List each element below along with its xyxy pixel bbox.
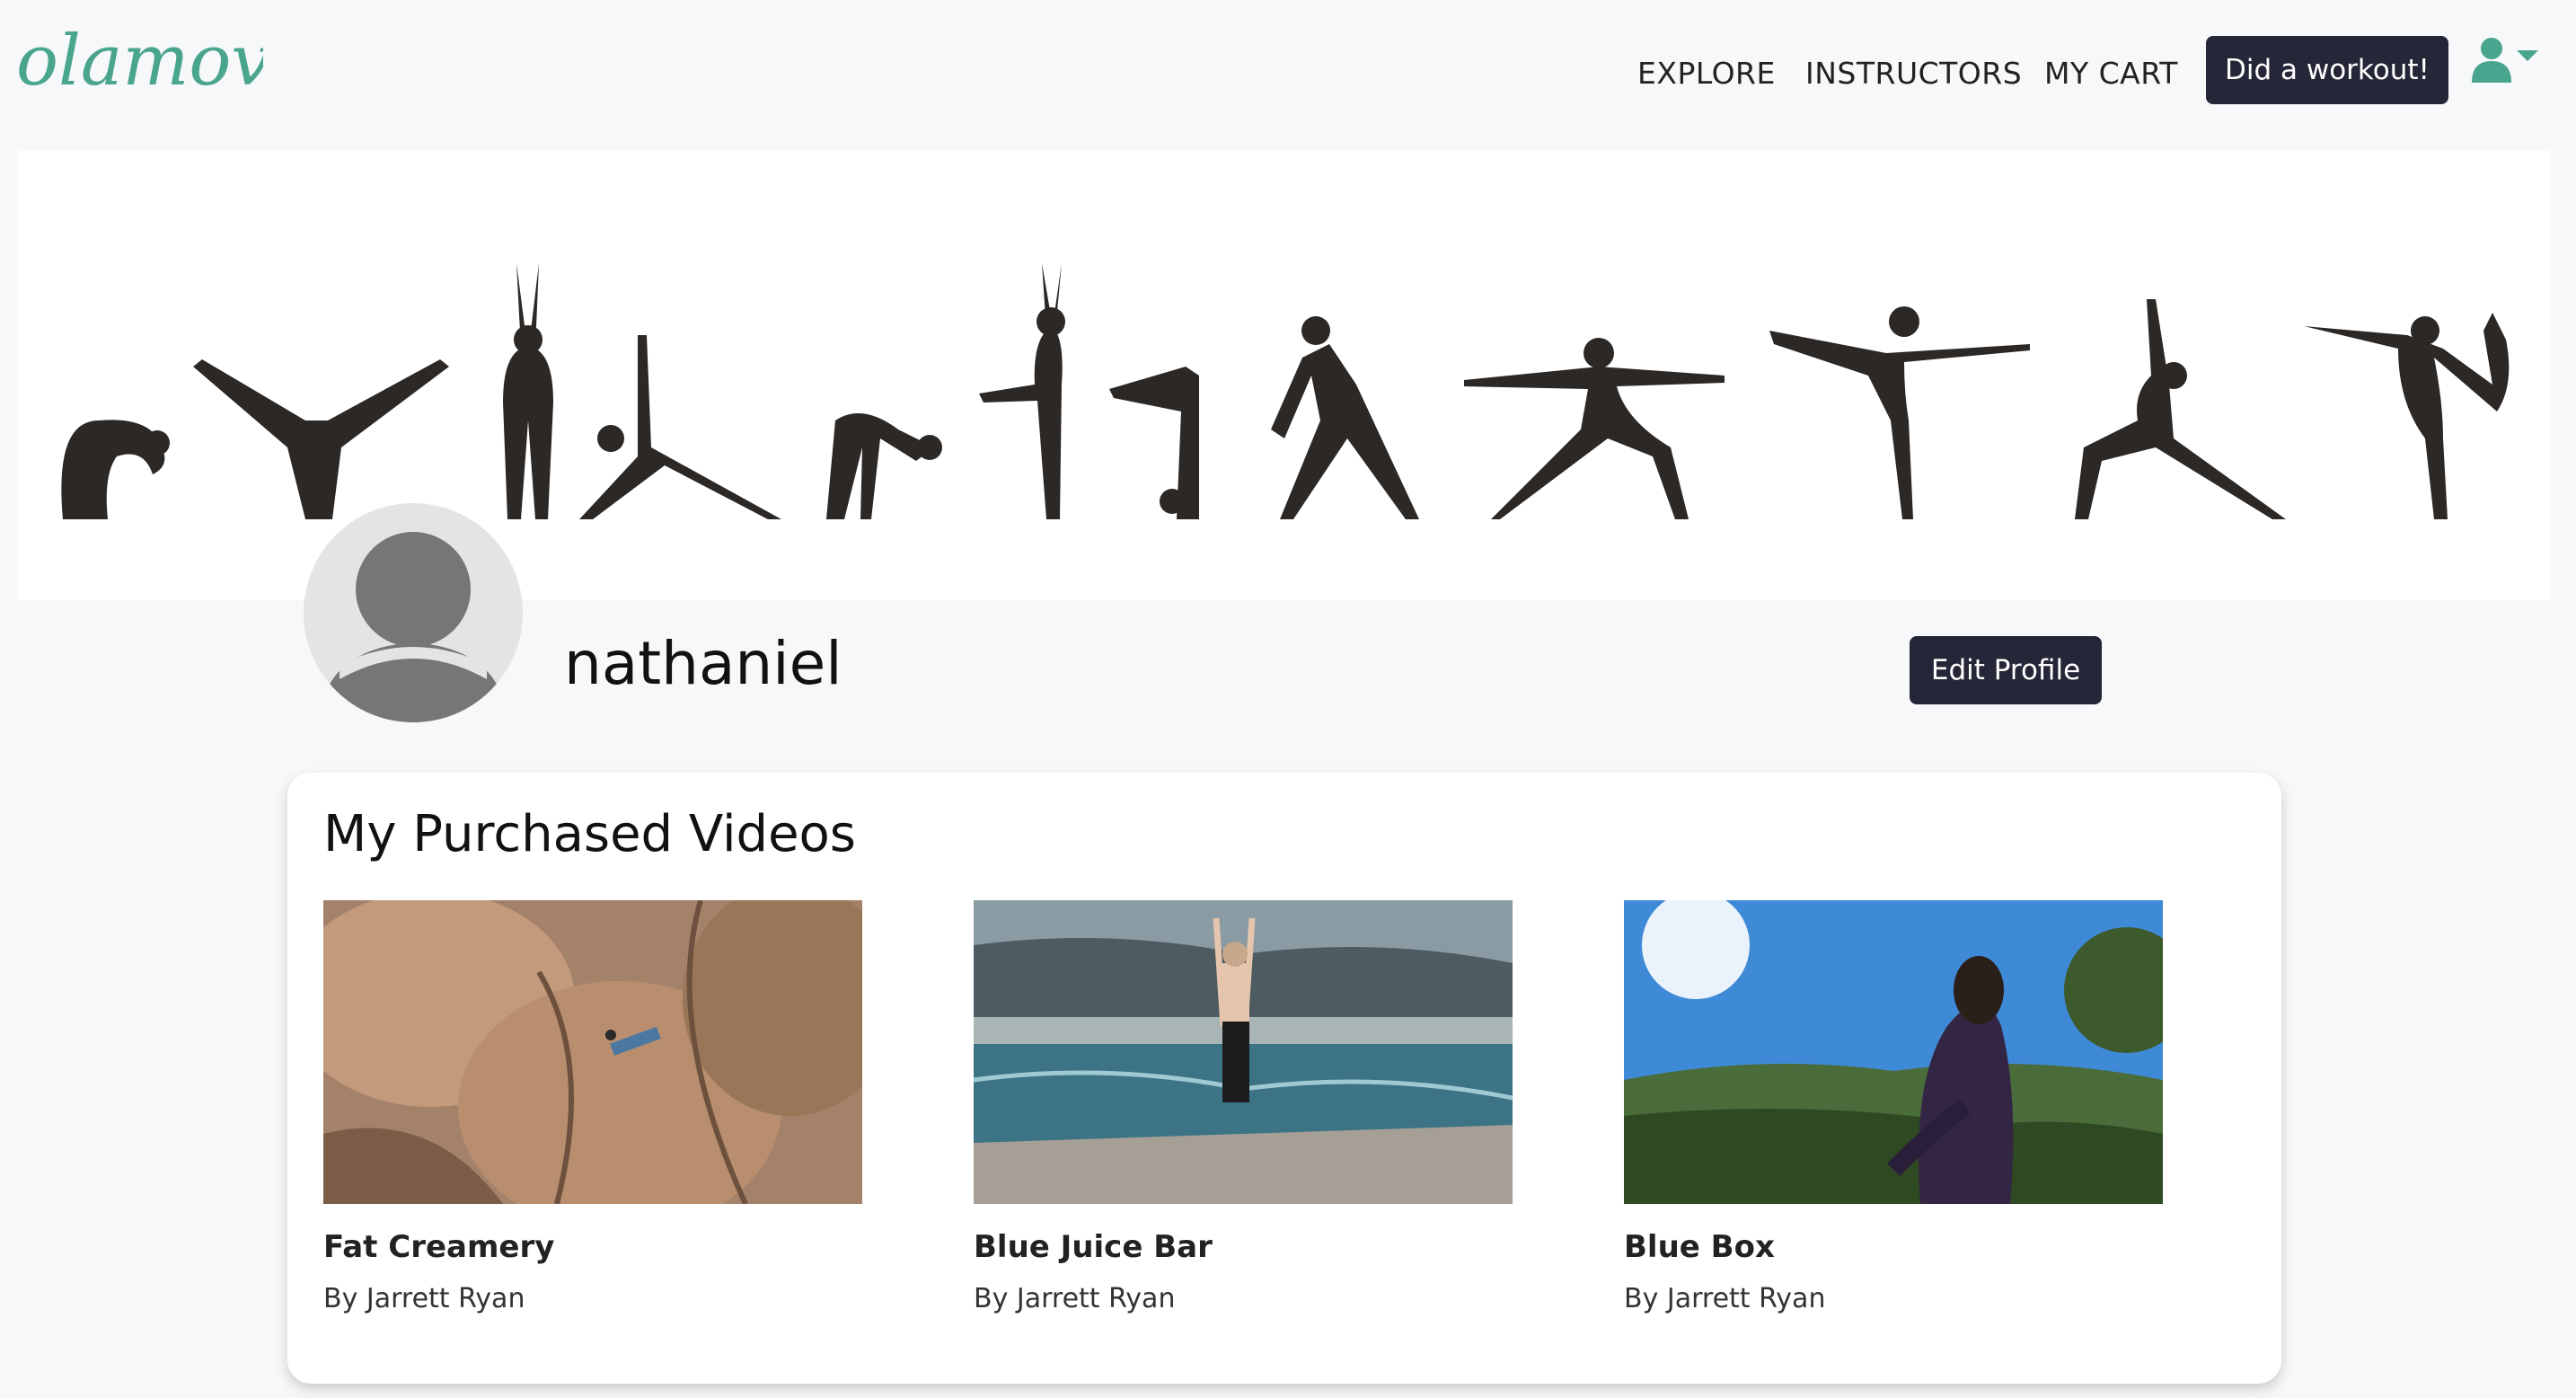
nav-explore[interactable]: EXPLORE <box>1637 56 1776 91</box>
nav-instructors[interactable]: INSTRUCTORS <box>1805 56 2022 91</box>
profile-avatar[interactable] <box>304 503 523 722</box>
video-title[interactable]: Blue Juice Bar <box>974 1229 1513 1265</box>
purchased-videos-card: My Purchased Videos Fat Creamery By Jarr… <box>287 773 2281 1384</box>
did-a-workout-button[interactable]: Did a workout! <box>2206 36 2448 104</box>
video-author: By Jarrett Ryan <box>974 1283 1176 1314</box>
video-title[interactable]: Fat Creamery <box>323 1229 862 1265</box>
video-card[interactable]: Fat Creamery By Jarrett Ryan <box>323 900 862 1314</box>
video-thumbnail-rocks[interactable] <box>323 900 862 1204</box>
video-card[interactable]: Blue Juice Bar By Jarrett Ryan <box>974 900 1513 1314</box>
profile-username: nathaniel <box>564 629 842 698</box>
video-thumbnail-ocean[interactable] <box>974 900 1513 1204</box>
purchased-videos-title: My Purchased Videos <box>323 805 856 863</box>
user-icon <box>2472 38 2538 83</box>
video-author: By Jarrett Ryan <box>1624 1283 1826 1314</box>
video-title[interactable]: Blue Box <box>1624 1229 2163 1265</box>
video-card[interactable]: Blue Box By Jarrett Ryan <box>1624 900 2163 1314</box>
video-author: By Jarrett Ryan <box>323 1283 525 1314</box>
user-menu-dropdown[interactable] <box>2472 36 2544 90</box>
video-thumbnail-meditation[interactable] <box>1624 900 2163 1204</box>
edit-profile-button[interactable]: Edit Profile <box>1910 636 2102 704</box>
top-nav: EXPLORE INSTRUCTORS MY CART Did a workou… <box>0 36 2576 108</box>
chevron-down-icon <box>2517 50 2538 61</box>
nav-my-cart[interactable]: MY CART <box>2044 56 2178 91</box>
